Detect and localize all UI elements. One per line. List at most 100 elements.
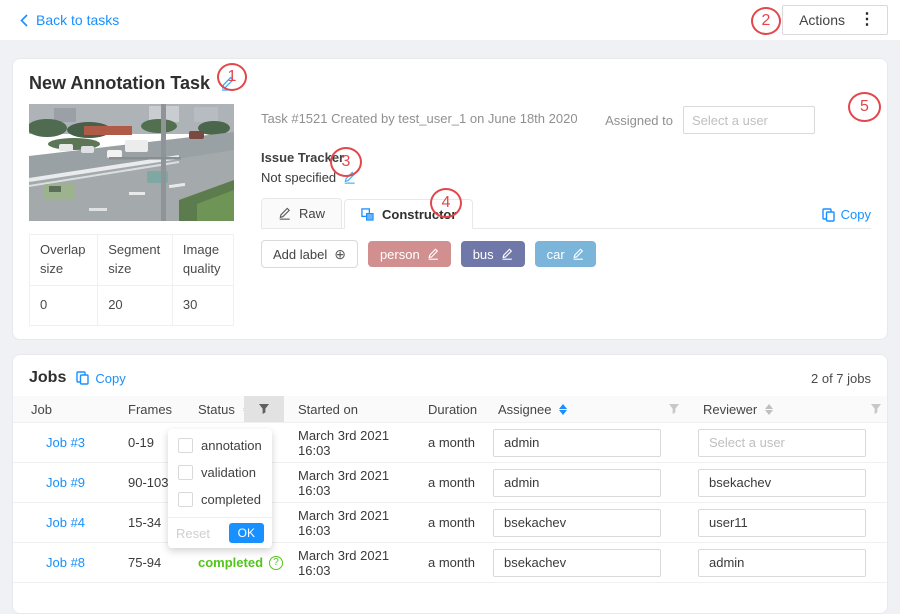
filter-option-label: completed	[201, 492, 261, 507]
assignee-input[interactable]	[493, 549, 661, 577]
add-label-text: Add label	[273, 247, 327, 262]
label-person-name: person	[380, 247, 420, 262]
job-link[interactable]: Job #4	[31, 515, 116, 530]
filter-option-annotation[interactable]: annotation	[168, 432, 272, 459]
actions-label: Actions	[799, 12, 845, 28]
param-header-overlap: Overlap size	[30, 235, 98, 286]
filter-ok-button[interactable]: OK	[229, 523, 264, 543]
job-link[interactable]: Job #3	[31, 435, 116, 450]
task-params-table: Overlap size Segment size Image quality …	[29, 234, 234, 326]
param-value-overlap: 0	[30, 285, 98, 325]
checkbox[interactable]	[178, 492, 193, 507]
label-bus-name: bus	[473, 247, 494, 262]
labels-tabs-bar: Raw Constructor Copy	[261, 198, 871, 229]
reviewer-input[interactable]	[698, 509, 866, 537]
annotation-circle-4: 4	[430, 188, 462, 218]
reviewer-input[interactable]	[698, 469, 866, 497]
tab-raw[interactable]: Raw	[261, 198, 342, 228]
column-job: Job	[31, 402, 116, 417]
funnel-icon	[258, 403, 270, 415]
jobs-table-header: Job Frames Status Started on Duration As…	[13, 396, 887, 423]
checkbox[interactable]	[178, 438, 193, 453]
job-link[interactable]: Job #9	[31, 475, 116, 490]
job-frames: 75-94	[116, 555, 186, 570]
column-started-on: Started on	[284, 402, 414, 417]
reviewer-sorter[interactable]	[765, 404, 773, 415]
copy-labels-label: Copy	[841, 207, 871, 222]
jobs-card: Jobs Copy 2 of 7 jobs Job Frames Status …	[12, 354, 888, 614]
assignee-input[interactable]	[493, 429, 661, 457]
param-header-segment: Segment size	[98, 235, 173, 286]
checkbox[interactable]	[178, 465, 193, 480]
annotation-circle-1: 1	[217, 63, 247, 91]
jobs-title: Jobs	[29, 369, 66, 387]
job-duration: a month	[414, 435, 476, 450]
task-title: New Annotation Task	[29, 73, 210, 94]
param-value-segment: 20	[98, 285, 173, 325]
filter-option-label: annotation	[201, 438, 262, 453]
param-header-quality: Image quality	[172, 235, 233, 286]
assignee-input[interactable]	[493, 509, 661, 537]
back-to-tasks-link[interactable]: Back to tasks	[20, 12, 119, 28]
back-to-tasks-label: Back to tasks	[36, 12, 119, 28]
job-row: Job #8 75-94 completed ? March 3rd 2021 …	[13, 543, 887, 583]
job-link[interactable]: Job #8	[31, 555, 116, 570]
reviewer-input[interactable]	[698, 429, 866, 457]
issue-tracker-value: Not specified	[261, 170, 336, 185]
funnel-icon	[668, 403, 680, 415]
assignee-filter-button[interactable]	[661, 396, 686, 422]
label-chip-car: car	[535, 241, 596, 267]
job-started: March 3rd 2021 16:03	[284, 508, 414, 538]
status-filter-button[interactable]	[244, 396, 284, 422]
actions-button[interactable]: Actions ⋮	[782, 5, 888, 35]
filter-reset-button[interactable]: Reset	[176, 526, 210, 541]
job-duration: a month	[414, 515, 476, 530]
column-assignee: Assignee	[498, 402, 551, 417]
copy-labels-link[interactable]: Copy	[822, 207, 871, 222]
question-circle-icon[interactable]: ?	[269, 556, 283, 570]
job-started: March 3rd 2021 16:03	[284, 428, 414, 458]
column-frames: Frames	[116, 402, 186, 417]
chevron-left-icon	[20, 14, 28, 27]
filter-option-validation[interactable]: validation	[168, 459, 272, 486]
assignee-sorter[interactable]	[559, 404, 567, 415]
funnel-icon	[870, 403, 882, 415]
reviewer-filter-button[interactable]	[864, 396, 887, 422]
filter-option-label: validation	[201, 465, 256, 480]
plus-circle-icon: ⊕	[334, 247, 346, 261]
label-chip-person: person	[368, 241, 451, 267]
column-reviewer: Reviewer	[703, 402, 757, 417]
label-car-name: car	[547, 247, 565, 262]
reviewer-input[interactable]	[698, 549, 866, 577]
edit-label-bus-icon[interactable]	[501, 248, 513, 260]
tab-raw-label: Raw	[299, 206, 325, 221]
job-status: completed	[198, 555, 263, 570]
assigned-to-input[interactable]	[683, 106, 815, 134]
jobs-count: 2 of 7 jobs	[811, 371, 871, 386]
assignee-input[interactable]	[493, 469, 661, 497]
annotation-circle-5: 5	[848, 92, 881, 122]
job-started: March 3rd 2021 16:03	[284, 468, 414, 498]
job-duration: a month	[414, 555, 476, 570]
job-duration: a month	[414, 475, 476, 490]
job-row: Job #4 15-34 March 3rd 2021 16:03 a mont…	[13, 503, 887, 543]
filter-option-completed[interactable]: completed	[168, 486, 272, 513]
job-row: Job #9 90-103 March 3rd 2021 16:03 a mon…	[13, 463, 887, 503]
task-meta-text: Task #1521 Created by test_user_1 on Jun…	[261, 106, 578, 126]
copy-jobs-link[interactable]: Copy	[76, 371, 125, 386]
annotation-circle-3: 3	[330, 147, 362, 177]
block-icon	[361, 208, 374, 221]
copy-icon	[822, 208, 835, 222]
label-chip-bus: bus	[461, 241, 525, 267]
status-filter-dropdown: annotation validation completed Reset OK	[168, 429, 272, 548]
job-started: March 3rd 2021 16:03	[284, 548, 414, 578]
column-status: Status	[198, 402, 235, 417]
edit-label-person-icon[interactable]	[427, 248, 439, 260]
column-duration: Duration	[414, 402, 476, 417]
copy-icon	[76, 371, 89, 385]
assigned-to-label: Assigned to	[605, 113, 673, 128]
add-label-button[interactable]: Add label ⊕	[261, 240, 358, 268]
edit-label-car-icon[interactable]	[572, 248, 584, 260]
param-value-quality: 30	[172, 285, 233, 325]
annotation-circle-2: 2	[751, 7, 781, 35]
